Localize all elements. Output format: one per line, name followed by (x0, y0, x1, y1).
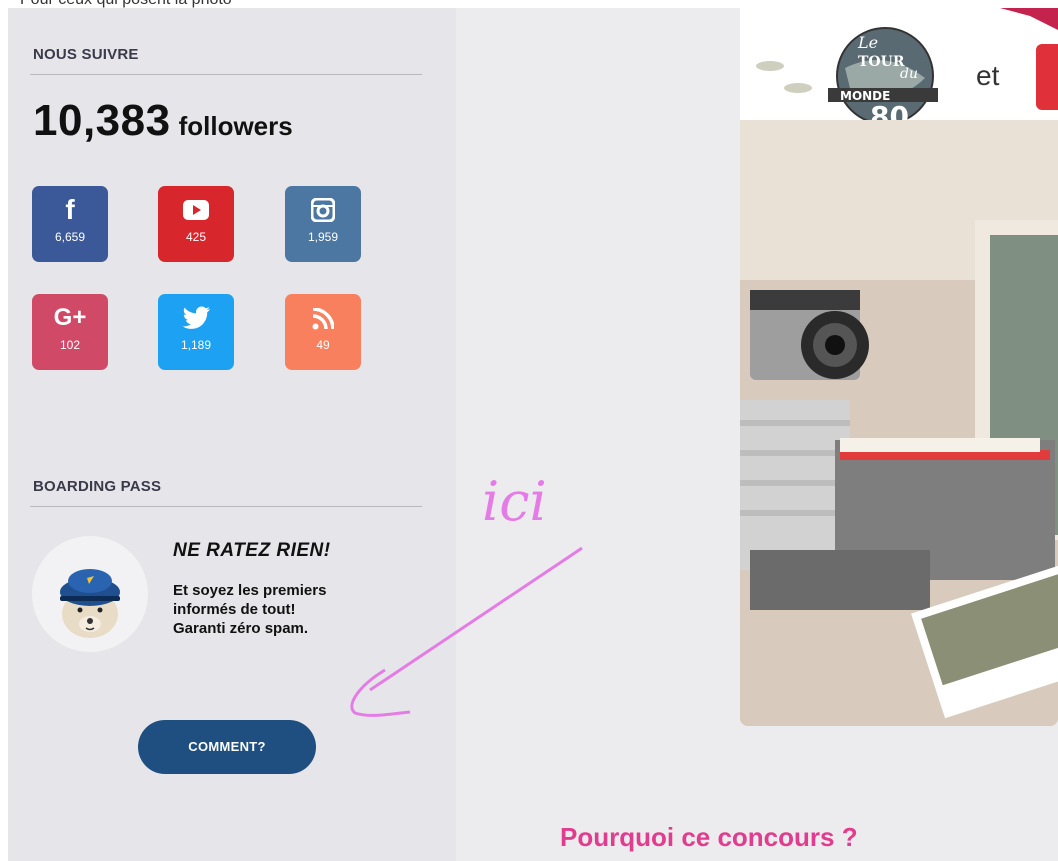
annotation-text: ici (482, 470, 547, 533)
arrow-head (350, 668, 411, 717)
ribbon-corner (1000, 8, 1058, 30)
red-tab (1036, 44, 1058, 110)
section-heading: Pourquoi ce concours ? (560, 822, 858, 852)
et-text: et (976, 60, 1000, 91)
contest-photo (740, 120, 1058, 726)
logo-text: du (900, 66, 918, 82)
logo-text: Le (857, 33, 878, 52)
product-photo-illustration (740, 120, 1058, 726)
arrow-line (369, 546, 583, 692)
logo-text: TOUR (858, 54, 905, 70)
